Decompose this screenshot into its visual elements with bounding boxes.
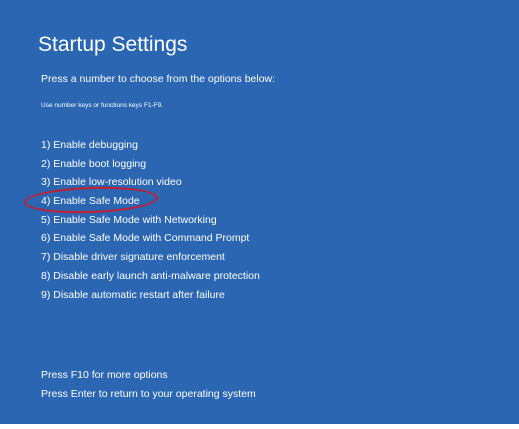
more-options-text[interactable]: Press F10 for more options (41, 366, 256, 385)
footer-instructions: Press F10 for more options Press Enter t… (41, 366, 256, 403)
option-enable-debugging[interactable]: 1) Enable debugging (41, 136, 260, 155)
return-to-os-text[interactable]: Press Enter to return to your operating … (41, 385, 256, 404)
instructions-text: Press a number to choose from the option… (41, 73, 276, 85)
bottom-border (0, 424, 519, 429)
key-hint-text: Use number keys or functions keys F1-F9. (41, 102, 164, 109)
option-enable-safe-mode-networking[interactable]: 5) Enable Safe Mode with Networking (41, 211, 260, 230)
startup-settings-screen: Startup Settings Press a number to choos… (0, 0, 519, 424)
option-disable-early-launch-anti-malware[interactable]: 8) Disable early launch anti-malware pro… (41, 267, 260, 286)
option-disable-driver-signature-enforcement[interactable]: 7) Disable driver signature enforcement (41, 248, 260, 267)
option-enable-safe-mode-command-prompt[interactable]: 6) Enable Safe Mode with Command Prompt (41, 229, 260, 248)
option-enable-boot-logging[interactable]: 2) Enable boot logging (41, 155, 260, 174)
startup-options-list: 1) Enable debugging 2) Enable boot loggi… (41, 136, 260, 304)
page-title: Startup Settings (38, 33, 188, 56)
option-disable-automatic-restart[interactable]: 9) Disable automatic restart after failu… (41, 286, 260, 305)
